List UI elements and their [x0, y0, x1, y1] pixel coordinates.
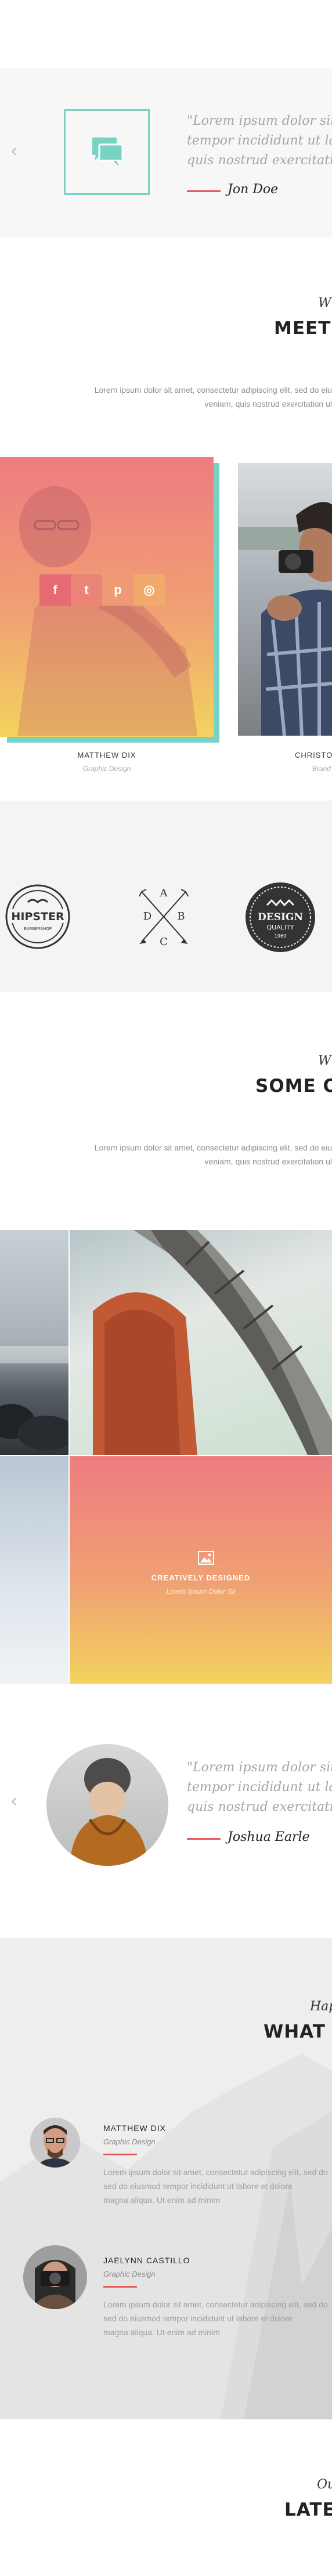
design-logo-text: DESIGN: [258, 911, 303, 923]
hipster-logo-text: HIPSTER: [11, 910, 64, 923]
client-logos-section: HIPSTER BARBERSHOP A B C D DESIGN QUALIT…: [0, 801, 332, 992]
woman-camera-image: [23, 2245, 87, 2309]
twitter-icon[interactable]: t: [71, 574, 102, 606]
section-title: WHAT P: [264, 2021, 332, 2042]
chevron-left-icon[interactable]: ‹: [10, 1793, 17, 1810]
testimonial-quote: "Lorem ipsum dolor sit amet, tempor inci…: [187, 111, 332, 171]
team-member-photo[interactable]: [238, 463, 332, 736]
lead-line: Lorem ipsum dolor sit amet, consectetur …: [94, 1143, 332, 1152]
quote-line: "Lorem ipsum dolor sit a: [187, 1760, 332, 1775]
man-glasses-image: [30, 2118, 80, 2168]
design-logo-subtext: QUALITY: [266, 924, 294, 931]
chat-bubbles-icon: [92, 138, 124, 167]
portfolio-tile[interactable]: [0, 1456, 68, 1684]
section-eyebrow: Ou: [317, 2477, 332, 2492]
pinterest-icon[interactable]: p: [102, 574, 133, 606]
person-divider: [103, 2286, 137, 2288]
section-title: MEET O: [274, 318, 332, 339]
logo-letter: A: [160, 887, 168, 899]
section-title: LATE: [284, 2499, 332, 2520]
person-quote-line: sed do eiusmod tempor incididunt ut labo…: [103, 2181, 293, 2191]
testimonial-avatar: [46, 1744, 168, 1866]
testimonial-quote: "Lorem ipsum dolor sit a tempor incididu…: [187, 1758, 332, 1817]
crossed-arrows-logo: A B C D: [139, 887, 189, 948]
portfolio-overlay-title: CREATIVELY DESIGNED: [151, 1573, 251, 1582]
instagram-icon[interactable]: ◎: [133, 574, 165, 606]
person-beanie-image: [70, 1758, 148, 1866]
person-role: Graphic Design: [103, 2137, 156, 2146]
portfolio-grid: CREATIVELY DESIGNED Lorem Ipsum Dolor Si…: [0, 1230, 332, 1706]
team-member-name: MATTHEW DIX: [77, 751, 136, 759]
hipster-logo: HIPSTER BARBERSHOP: [5, 884, 70, 949]
chevron-left-icon[interactable]: ‹: [10, 143, 17, 160]
lead-line: Lorem ipsum dolor sit amet, consectetur …: [94, 385, 332, 395]
team-member-name: CHRISTO: [295, 751, 332, 759]
what-people-say-section: Hap WHAT P MATTHEW DIX Graphic Design Lo…: [0, 1938, 332, 2419]
logo-letter: D: [143, 910, 151, 922]
team-section: W MEET O Lorem ipsum dolor sit amet, con…: [0, 238, 332, 801]
chat-bubbles-icon-box: [64, 109, 150, 195]
coast-rocks-image: [0, 1346, 68, 1450]
person-avatar: [23, 2245, 87, 2309]
logo-letter: B: [177, 910, 185, 922]
architecture-image: [93, 1230, 332, 1455]
person-quote-line: Lorem ipsum dolor sit amet, consectetur …: [103, 2300, 328, 2309]
portfolio-tile[interactable]: [70, 1230, 332, 1455]
testimonial-section-1: ‹ "Lorem ipsum dolor sit amet, tempor in…: [0, 68, 332, 238]
section-lead: Lorem ipsum dolor sit amet, consectetur …: [95, 383, 332, 411]
person-quote: Lorem ipsum dolor sit amet, consectetur …: [103, 2298, 328, 2339]
latest-section: Ou LATE: [0, 2419, 332, 2576]
testimonial-section-2: ‹ "Lorem ipsum dolor sit a tempor incidi…: [0, 1706, 332, 1938]
lead-line: veniam, quis nostrud exercitation ul: [204, 399, 332, 408]
person-quote-line: Lorem ipsum dolor sit amet, consectetur …: [103, 2168, 328, 2177]
person-divider: [103, 2154, 137, 2155]
quote-line: tempor incididunt ut labo: [187, 133, 332, 148]
facebook-glyph: f: [53, 583, 57, 597]
pinterest-glyph: p: [114, 583, 122, 597]
team-member-role: Brand: [312, 765, 331, 773]
logo-letter: C: [160, 936, 168, 948]
section-lead: Lorem ipsum dolor sit amet, consectetur …: [95, 1141, 332, 1168]
lead-line: veniam, quis nostrud exercitation ul: [204, 1157, 332, 1166]
person-quote-line: sed do eiusmod tempor incididunt ut labo…: [103, 2314, 293, 2323]
portfolio-tile[interactable]: [0, 1230, 68, 1455]
section-eyebrow: W: [318, 1054, 331, 1068]
author-divider: [187, 1838, 221, 1840]
twitter-glyph: t: [84, 583, 89, 597]
testimonial-author: Jon Doe: [228, 182, 279, 197]
person-quote: Lorem ipsum dolor sit amet, consectetur …: [103, 2165, 328, 2207]
person-quote-line: magna aliqua. Ut enim ad minim: [103, 2328, 220, 2337]
quote-line: quis nostrud exercitation.: [187, 153, 332, 168]
quote-line: tempor incididunt ut labo: [187, 1780, 332, 1794]
person-role: Graphic Design: [103, 2270, 156, 2278]
portfolio-overlay-subtitle: Lorem Ipsum Dolor Sit: [166, 1587, 236, 1595]
team-member-role: Graphic Design: [82, 765, 131, 773]
image-icon: [198, 1551, 214, 1565]
quote-line: "Lorem ipsum dolor sit amet,: [187, 114, 332, 128]
person-name: JAELYNN CASTILLO: [103, 2256, 190, 2265]
facebook-icon[interactable]: f: [39, 574, 71, 606]
design-logo-year: 1969: [275, 934, 286, 939]
author-divider: [187, 190, 221, 192]
portfolio-heading-section: W SOME OF Lorem ipsum dolor sit amet, co…: [0, 992, 332, 1230]
section-eyebrow: W: [318, 296, 331, 310]
instagram-glyph: ◎: [143, 583, 155, 597]
testimonial-author: Joshua Earle: [228, 1830, 310, 1844]
portfolio-tile-featured[interactable]: CREATIVELY DESIGNED Lorem Ipsum Dolor Si…: [70, 1456, 332, 1684]
person-avatar: [30, 2118, 80, 2168]
section-title: SOME OF: [255, 1076, 332, 1097]
quote-line: quis nostrud exercitation.: [187, 1800, 332, 1814]
hipster-logo-subtext: BARBERSHOP: [24, 927, 52, 931]
design-quality-logo: DESIGN QUALITY 1969: [246, 882, 315, 952]
person-name: MATTHEW DIX: [103, 2123, 166, 2133]
section-eyebrow: Hap: [310, 1999, 332, 2014]
person-quote-line: magna aliqua. Ut enim ad minim: [103, 2195, 220, 2205]
person-with-camera: [238, 502, 332, 736]
